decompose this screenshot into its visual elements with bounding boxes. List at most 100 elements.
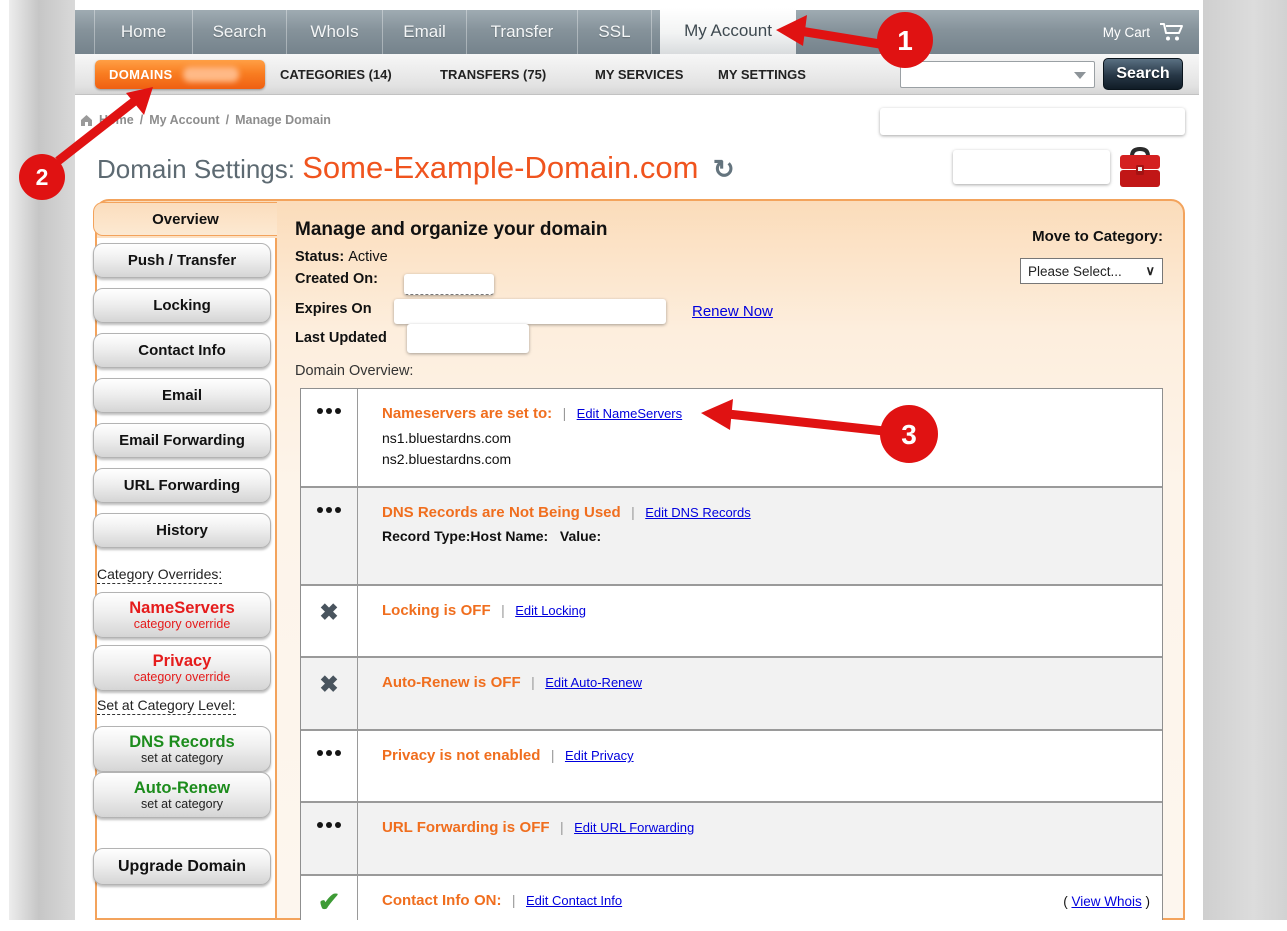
override-subtitle: category override [134,617,231,631]
edit-url-forwarding-link[interactable]: Edit URL Forwarding [574,820,694,835]
redacted-updated-date [407,324,529,353]
top-nav-tab-whois[interactable]: WhoIs [287,10,383,54]
subnav-tab-my-services[interactable]: MY SERVICES [595,54,683,95]
x-icon: ✖ [319,602,338,656]
breadcrumb-my-account[interactable]: My Account [149,113,219,127]
top-nav-tab-my-account[interactable]: My Account [660,8,796,54]
subnav-tab-domains[interactable]: DOMAINS [95,60,265,89]
sidebar-tab-label: Overview [152,211,219,228]
sidebar-tab-label: Email Forwarding [119,432,245,449]
created-on-line: Created On: [295,271,378,287]
category-level-title: DNS Records [129,734,234,751]
row-title: DNS Records are [382,504,505,521]
overview-row-locking: ✖ Locking is OFF | Edit Locking [301,584,1162,656]
top-nav-tab-ssl[interactable]: SSL [578,10,652,54]
breadcrumb-manage-domain: Manage Domain [235,113,331,127]
sidebar-tab-locking[interactable]: Locking [93,288,271,323]
breadcrumb-separator: / [140,113,143,127]
edit-nameservers-link[interactable]: Edit NameServers [577,406,682,421]
breadcrumb-separator: / [226,113,229,127]
nameserver-value: ns1.bluestardns.com [382,428,1148,449]
sidebar-button-dns-records-category[interactable]: DNS Records set at category [93,726,271,772]
top-nav-tab-home[interactable]: Home [95,10,193,54]
redacted-field [880,108,1185,135]
overview-row-nameservers: Nameservers are set to: | Edit NameServe… [301,389,1162,486]
breadcrumb: Home / My Account / Manage Domain [80,113,331,127]
home-icon [80,114,93,127]
x-icon: ✖ [319,674,338,729]
sidebar-tab-contact-info[interactable]: Contact Info [93,333,271,368]
sidebar-tab-label: Contact Info [138,342,226,359]
subnav-tab-transfers[interactable]: TRANSFERS (75) [440,54,546,95]
row-status: Not Being Used [509,504,621,521]
separator: | [501,602,505,618]
row-title: Privacy is not enabled [382,747,540,764]
separator: | [560,819,564,835]
sidebar-tab-label: Email [162,387,202,404]
paren: ) [1142,894,1150,909]
edit-contact-info-link[interactable]: Edit Contact Info [526,893,622,908]
left-gutter [9,0,75,920]
domains-label: DOMAINS [109,67,173,82]
category-level-title: Auto-Renew [134,780,230,797]
sidebar-button-privacy-override[interactable]: Privacy category override [93,645,271,691]
view-whois-wrapper: ( View Whois ) [1063,894,1150,909]
domain-search-combobox[interactable] [900,61,1095,88]
search-button[interactable]: Search [1103,58,1183,90]
ellipsis-icon [301,488,358,584]
status-label: Status: [295,249,344,265]
renew-now-link[interactable]: Renew Now [692,303,773,320]
top-nav-tab-transfer[interactable]: Transfer [467,10,578,54]
move-to-category-label: Move to Category: [1020,228,1163,245]
expires-on-line: Expires On [295,301,372,317]
edit-locking-link[interactable]: Edit Locking [515,603,586,618]
my-cart-button[interactable]: My Cart [1103,10,1185,54]
ellipsis-icon [301,389,358,486]
page-title: Domain Settings: Some-Example-Domain.com… [97,150,735,186]
sidebar-tab-push-transfer[interactable]: Push / Transfer [93,243,271,278]
override-title: NameServers [129,600,235,617]
sidebar-tab-label: Locking [153,297,211,314]
top-nav-tab-email[interactable]: Email [383,10,467,54]
separator: | [631,504,635,520]
toolbox-icon[interactable] [1117,146,1163,190]
page: Home Search WhoIs Email Transfer SSL My … [0,0,1287,931]
chevron-down-icon: ∨ [1145,263,1155,279]
override-subtitle: category override [134,670,231,684]
overview-row-auto-renew: ✖ Auto-Renew is OFF | Edit Auto-Renew [301,656,1162,729]
redacted-field [953,150,1110,184]
edit-privacy-link[interactable]: Edit Privacy [565,748,634,763]
sidebar-tab-overview[interactable]: Overview [93,202,277,236]
sidebar-tab-url-forwarding[interactable]: URL Forwarding [93,468,271,503]
subnav-tab-categories[interactable]: CATEGORIES (14) [280,54,392,95]
nav-lead-space [75,10,95,54]
row-status: OFF [461,602,491,619]
separator: | [563,405,567,421]
edit-dns-records-link[interactable]: Edit DNS Records [645,505,750,520]
overview-row-dns-records: DNS Records are Not Being Used | Edit DN… [301,486,1162,584]
top-nav-tab-search[interactable]: Search [193,10,287,54]
sidebar-button-auto-renew-category[interactable]: Auto-Renew set at category [93,772,271,818]
view-whois-link[interactable]: View Whois [1071,894,1141,909]
sidebar-button-nameservers-override[interactable]: NameServers category override [93,592,271,638]
combobox-arrow-icon[interactable] [1074,72,1086,79]
sidebar-tab-email[interactable]: Email [93,378,271,413]
subnav-tab-my-settings[interactable]: MY SETTINGS [718,54,806,95]
sidebar-tab-email-forwarding[interactable]: Email Forwarding [93,423,271,458]
category-overrides-heading[interactable]: Category Overrides: [97,566,222,584]
move-to-category-select[interactable]: Please Select... ∨ [1020,258,1163,284]
set-at-category-heading[interactable]: Set at Category Level: [97,697,236,715]
redacted-count [183,67,239,82]
breadcrumb-home[interactable]: Home [99,113,134,127]
row-title: URL Forwarding is [382,819,515,836]
domain-overview-table: Nameservers are set to: | Edit NameServe… [300,388,1163,931]
refresh-icon[interactable]: ↻ [713,154,735,184]
last-updated-label: Last Updated [295,330,387,346]
row-title: Auto-Renew is [382,674,486,691]
bottom-crop-strip [0,920,1287,931]
row-title: Nameservers are set to: [382,405,552,422]
sidebar-tab-history[interactable]: History [93,513,271,548]
edit-auto-renew-link[interactable]: Edit Auto-Renew [545,675,642,690]
upgrade-domain-button[interactable]: Upgrade Domain [93,848,271,885]
override-title: Privacy [153,653,212,670]
